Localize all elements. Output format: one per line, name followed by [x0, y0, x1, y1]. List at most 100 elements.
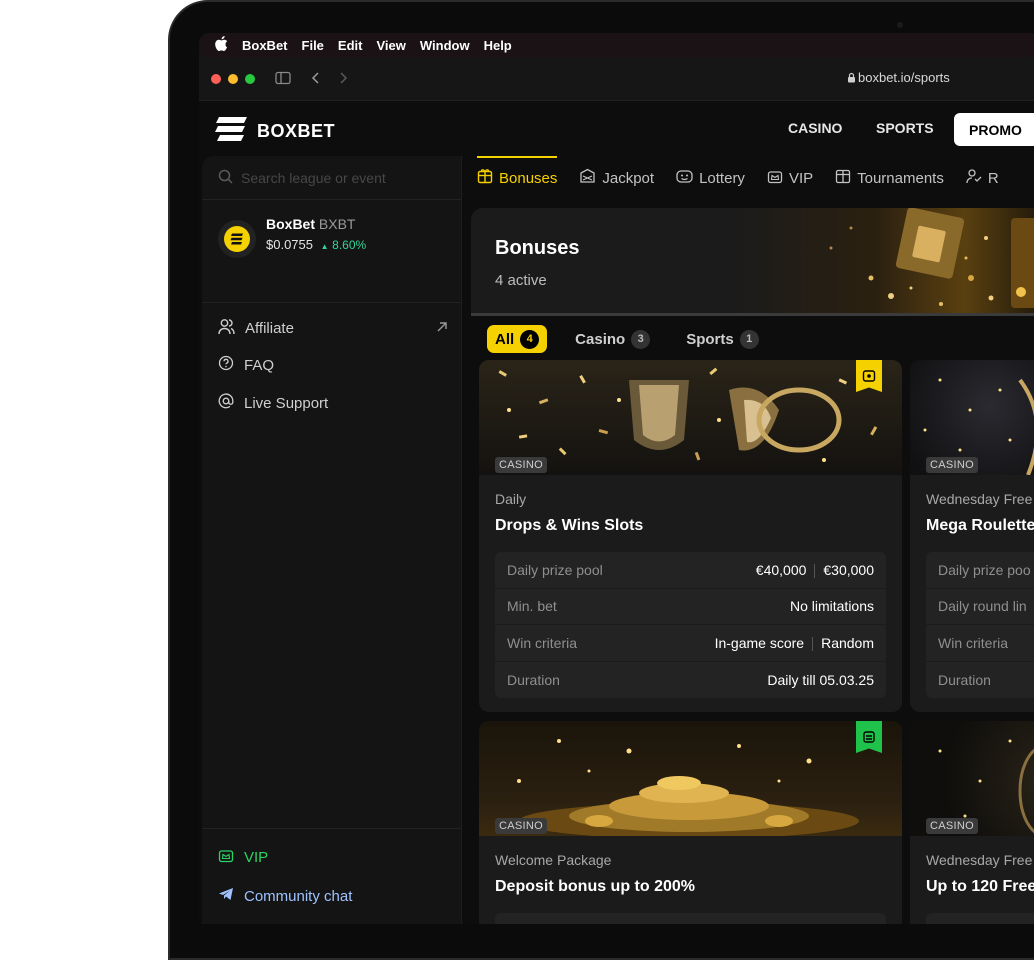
nav-sports[interactable]: SPORTS	[876, 120, 934, 136]
sidebar-item-affiliate[interactable]: Affiliate	[218, 318, 448, 339]
divider	[202, 199, 461, 200]
gift-icon	[477, 168, 493, 188]
filter-sports[interactable]: Sports 1	[678, 325, 767, 353]
promo-tabs: Bonuses Jackpot Lottery VIP Tournaments	[477, 156, 1034, 200]
tab-jackpot[interactable]: Jackpot	[579, 156, 654, 200]
ticket-icon	[676, 169, 693, 188]
site-header: BOXBET CASINO SPORTS PROMO	[199, 102, 1034, 156]
table-row: Daily round lin	[926, 589, 1034, 625]
card-frequency: Wednesday Free	[926, 852, 1033, 868]
bonus-card[interactable]: CASINO Welcome Package Deposit bonus up …	[479, 721, 902, 924]
menubar-view[interactable]: View	[376, 38, 405, 53]
row-key: Daily prize poo	[938, 561, 1031, 578]
card-frequency: Daily	[495, 491, 527, 507]
mac-menubar: BoxBet File Edit View Window Help	[199, 33, 1034, 57]
filter-count: 3	[631, 329, 651, 349]
menubar-help[interactable]: Help	[484, 38, 512, 53]
bonuses-hero-banner: Bonuses 4 active	[471, 208, 1034, 316]
row-value-part: Random	[821, 634, 874, 651]
row-key: Daily round lin	[938, 598, 1027, 615]
question-circle-icon	[218, 355, 234, 375]
menubar-edit[interactable]: Edit	[338, 38, 363, 53]
tab-referral[interactable]: R	[966, 156, 999, 200]
close-window-button[interactable]	[211, 74, 221, 84]
row-value-part: In-game score	[714, 634, 805, 651]
sidebar-item-live-support[interactable]: Live Support	[218, 393, 328, 413]
promo-button[interactable]: PROMO	[954, 113, 1034, 146]
table-row: Duration Daily till 05.03.25	[495, 662, 886, 699]
nav-casino[interactable]: CASINO	[788, 120, 842, 136]
token-widget[interactable]: BoxBet BXBT $0.0755 ▲ 8.60%	[218, 216, 448, 268]
search-field[interactable]: Search league or event	[218, 169, 386, 187]
sidebar-item-faq[interactable]: FAQ	[218, 355, 274, 375]
forward-icon[interactable]	[338, 71, 348, 90]
table-row: Daily prize pool €40,000 €30,000	[495, 552, 886, 589]
row-value-part: €30,000	[823, 561, 874, 578]
bonus-card[interactable]: CASINO Wednesday Free Mega Roulette Dail…	[910, 360, 1034, 712]
sidebar-item-community-chat[interactable]: Community chat	[218, 887, 352, 905]
minimize-window-button[interactable]	[228, 74, 238, 84]
filter-all[interactable]: All 4	[487, 325, 548, 353]
telegram-icon	[218, 887, 234, 905]
tab-tournaments[interactable]: Tournaments	[835, 156, 944, 200]
tab-vip[interactable]: VIP	[767, 156, 813, 200]
menubar-file[interactable]: File	[302, 38, 324, 53]
at-sign-icon	[218, 393, 234, 413]
row-value: In-game score Random	[715, 635, 874, 651]
filter-casino[interactable]: Casino 3	[567, 325, 658, 353]
value-separator	[812, 636, 814, 651]
bonus-filters: All 4 Casino 3 Sports 1	[487, 325, 767, 353]
filter-count: 1	[739, 329, 759, 349]
tab-label: Lottery	[699, 169, 745, 187]
token-name: BoxBet	[266, 216, 316, 232]
divider	[202, 828, 461, 829]
filter-label: All	[495, 330, 515, 348]
apple-icon[interactable]	[215, 36, 228, 54]
calendar-icon	[835, 168, 851, 188]
tab-label: VIP	[788, 169, 814, 187]
tab-lottery[interactable]: Lottery	[676, 156, 745, 200]
back-icon[interactable]	[311, 71, 321, 90]
url-text: boxbet.io/sports	[858, 70, 950, 85]
token-price: $0.0755	[266, 237, 313, 252]
tab-label: Jackpot	[602, 169, 655, 187]
sidebar-item-vip[interactable]: VIP	[218, 848, 268, 867]
sidebar-item-label: Affiliate	[245, 320, 294, 337]
maximize-window-button[interactable]	[245, 74, 255, 84]
search-placeholder: Search league or event	[241, 170, 386, 186]
row-key: Duration	[507, 671, 560, 688]
row-value-part: €40,000	[755, 561, 807, 578]
casino-chip-flag-icon	[856, 360, 882, 392]
value-separator	[814, 563, 816, 578]
row-value: €40,000 €30,000	[756, 562, 874, 578]
sidebar-item-label: FAQ	[244, 356, 275, 374]
card-category-badge: CASINO	[495, 457, 547, 473]
boxbet-logo-icon	[215, 116, 249, 147]
menubar-window[interactable]: Window	[420, 38, 470, 53]
table-row: Min. bet No limitations	[495, 589, 886, 625]
menubar-app-name[interactable]: BoxBet	[242, 38, 288, 53]
table-row: Daily prize poo	[926, 552, 1034, 589]
row-key: Win criteria	[938, 634, 1009, 651]
sidebar-toggle-icon[interactable]	[275, 71, 291, 90]
row-value: No limitations	[789, 598, 874, 615]
up-arrow-icon: ▲	[320, 242, 329, 251]
hero-underline	[471, 313, 1034, 316]
address-bar[interactable]: boxbet.io/sports	[847, 70, 950, 86]
card-category-badge: CASINO	[926, 457, 978, 473]
card-category-badge: CASINO	[495, 818, 547, 834]
token-symbol: BXBT	[318, 216, 356, 232]
card-title: Mega Roulette	[926, 517, 1034, 534]
row-key: Daily prize pool	[507, 561, 603, 578]
sidebar-item-label: Community chat	[244, 887, 353, 905]
vip-crown-icon	[218, 848, 234, 867]
site-logo[interactable]: BOXBET	[215, 116, 335, 147]
camera	[897, 22, 903, 28]
tab-bonuses[interactable]: Bonuses	[477, 156, 558, 200]
bonus-card[interactable]: CASINO Daily Drops & Wins Slots Daily pr…	[479, 360, 902, 712]
card-title: Deposit bonus up to 200%	[495, 878, 696, 895]
table-row: Win criteria	[926, 625, 1034, 662]
card-category-badge: CASINO	[926, 818, 978, 834]
browser-toolbar: boxbet.io/sports	[199, 57, 1034, 101]
bonus-card[interactable]: CASINO Wednesday Free Up to 120 Free	[910, 721, 1034, 924]
